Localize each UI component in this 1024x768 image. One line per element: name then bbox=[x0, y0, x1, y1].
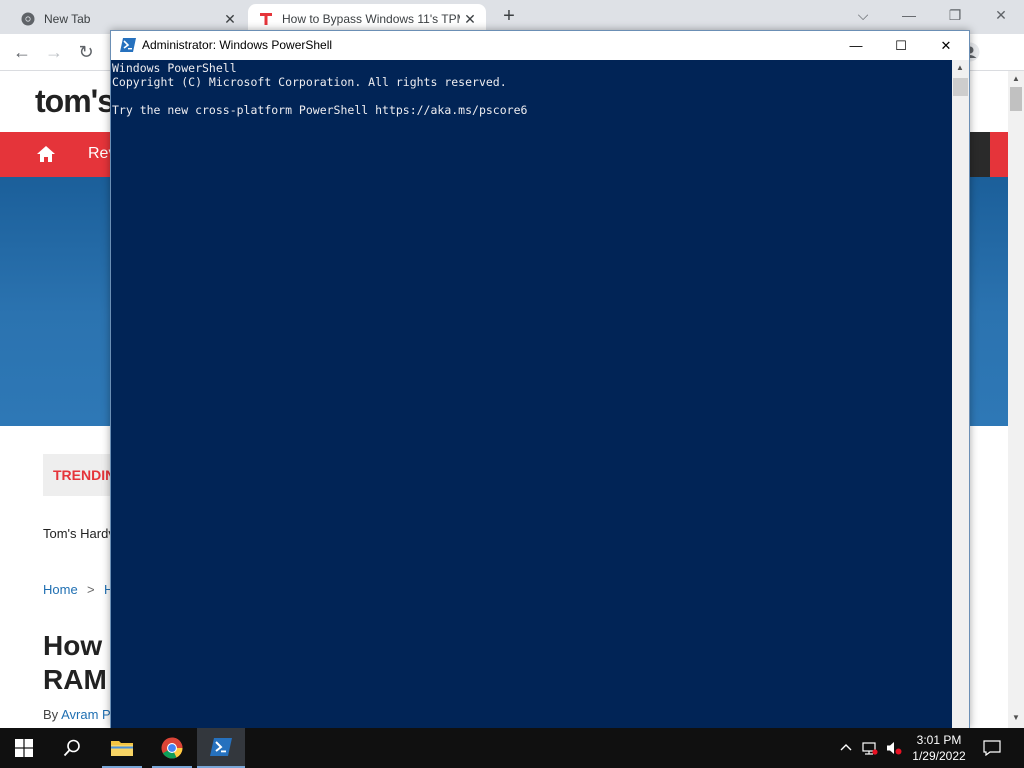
powershell-icon bbox=[210, 738, 232, 756]
tray-time: 3:01 PM bbox=[916, 733, 962, 747]
article-headline: How RAM bbox=[43, 629, 107, 697]
article-byline: By Avram P bbox=[43, 707, 111, 722]
headline-line-1: How bbox=[43, 630, 103, 661]
tab-title: New Tab bbox=[44, 12, 91, 26]
file-explorer-icon[interactable] bbox=[98, 728, 146, 768]
powershell-window: Administrator: Windows PowerShell — ☐ ✕ … bbox=[110, 30, 970, 728]
scroll-up-arrow-icon[interactable]: ▲ bbox=[1008, 74, 1024, 83]
powershell-title: Administrator: Windows PowerShell bbox=[142, 38, 333, 52]
powershell-scrollbar[interactable]: ▲ bbox=[952, 60, 969, 728]
trending-box: TRENDIN bbox=[43, 454, 116, 496]
search-icon[interactable] bbox=[48, 728, 96, 768]
powershell-titlebar[interactable]: Administrator: Windows PowerShell — ☐ ✕ bbox=[111, 31, 969, 60]
page-scrollbar-thumb[interactable] bbox=[1010, 87, 1022, 111]
toms-hardware-favicon-icon bbox=[258, 11, 274, 27]
notification-center-icon[interactable] bbox=[983, 740, 1001, 757]
byline-author[interactable]: Avram P bbox=[61, 707, 111, 722]
windows-taskbar: 3:01 PM 1/29/2022 bbox=[0, 728, 1024, 768]
powershell-taskbar-button[interactable] bbox=[197, 728, 245, 768]
powershell-console[interactable]: Windows PowerShell Copyright (C) Microso… bbox=[111, 60, 952, 728]
browser-restore-button[interactable]: ❐ bbox=[940, 4, 970, 28]
browser-minimize-button[interactable]: — bbox=[894, 4, 924, 28]
close-tab-icon[interactable]: ✕ bbox=[460, 11, 480, 28]
ps-maximize-button[interactable]: ☐ bbox=[878, 31, 924, 60]
forward-button[interactable]: → bbox=[41, 40, 67, 64]
site-logo[interactable]: tom's bbox=[35, 83, 115, 120]
powershell-scrollbar-thumb[interactable] bbox=[953, 78, 968, 96]
console-line: Copyright (C) Microsoft Corporation. All… bbox=[112, 75, 507, 89]
close-tab-icon[interactable]: ✕ bbox=[220, 11, 240, 28]
reload-button[interactable]: ↻ bbox=[73, 40, 99, 64]
tray-clock[interactable]: 3:01 PM 1/29/2022 bbox=[898, 732, 980, 764]
home-icon[interactable] bbox=[36, 144, 56, 164]
scroll-down-arrow-icon[interactable]: ▼ bbox=[1008, 713, 1024, 722]
console-line: Windows PowerShell bbox=[112, 61, 237, 75]
start-icon[interactable] bbox=[0, 728, 48, 768]
chrome-icon[interactable] bbox=[148, 728, 196, 768]
tab-search-icon[interactable]: ⌵ bbox=[848, 4, 878, 28]
byline-prefix: By bbox=[43, 707, 59, 722]
network-icon[interactable] bbox=[862, 740, 878, 756]
page-tagline: Tom's Hardv bbox=[43, 526, 115, 541]
new-tab-button[interactable]: + bbox=[498, 6, 520, 28]
tray-date: 1/29/2022 bbox=[912, 749, 966, 763]
ps-minimize-button[interactable]: — bbox=[833, 31, 879, 60]
console-line: Try the new cross-platform PowerShell ht… bbox=[112, 103, 528, 117]
browser-tab-strip: New Tab ✕ How to Bypass Windows 11's TPM… bbox=[0, 0, 1024, 34]
headline-line-2: RAM bbox=[43, 664, 107, 695]
breadcrumb-separator: > bbox=[87, 582, 95, 597]
breadcrumb-home[interactable]: Home bbox=[43, 582, 78, 597]
chrome-favicon-icon bbox=[20, 11, 36, 27]
trending-label: TRENDIN bbox=[53, 467, 116, 483]
tab-title: How to Bypass Windows 11's TPM bbox=[282, 12, 460, 26]
browser-close-button[interactable]: ✕ bbox=[986, 4, 1016, 28]
page-scrollbar[interactable]: ▲ ▼ bbox=[1008, 71, 1024, 728]
back-button[interactable]: ← bbox=[9, 40, 35, 64]
scroll-up-arrow-icon[interactable]: ▲ bbox=[952, 63, 968, 72]
ps-close-button[interactable]: ✕ bbox=[923, 31, 969, 60]
tray-chevron-up-icon[interactable] bbox=[838, 740, 854, 756]
powershell-icon bbox=[120, 38, 136, 52]
